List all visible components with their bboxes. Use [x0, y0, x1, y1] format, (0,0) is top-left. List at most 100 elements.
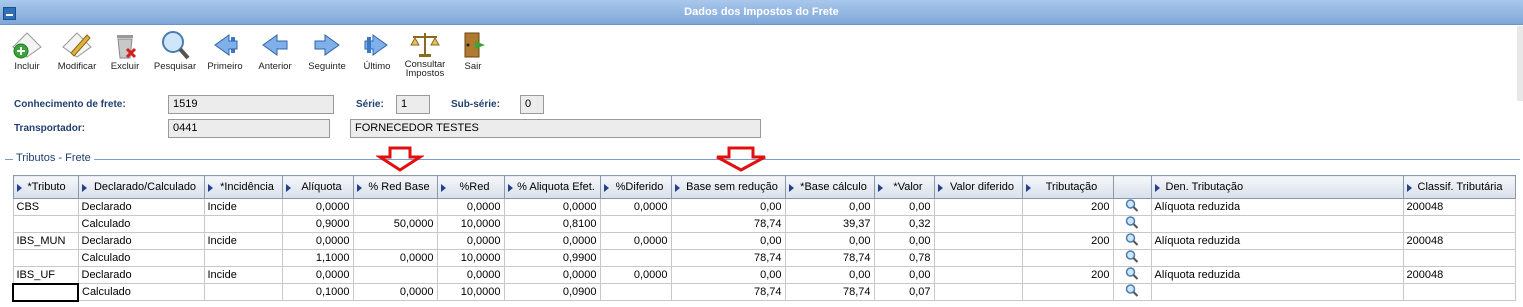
table-cell[interactable]: Alíquota reduzida — [1150, 198, 1404, 216]
table-cell[interactable]: 0,0000 — [503, 198, 601, 216]
table-cell[interactable]: 10,0000 — [436, 215, 505, 233]
table-cell[interactable] — [933, 249, 1023, 267]
lookup-button[interactable] — [1112, 249, 1152, 267]
column-header[interactable]: Tributação — [1021, 175, 1114, 199]
column-header[interactable]: *Tributo — [12, 175, 79, 199]
table-cell[interactable] — [12, 215, 79, 233]
lookup-button[interactable] — [1112, 232, 1152, 250]
table-cell[interactable]: 0,00 — [670, 266, 786, 284]
table-cell[interactable]: Declarado — [77, 266, 205, 284]
table-cell[interactable]: 0,0000 — [352, 283, 438, 301]
table-cell[interactable]: CBS — [12, 198, 79, 216]
table-cell[interactable]: 0,0000 — [281, 198, 354, 216]
lookup-button[interactable] — [1112, 198, 1152, 216]
table-cell[interactable]: 78,74 — [670, 283, 786, 301]
table-cell[interactable] — [203, 249, 283, 267]
table-cell[interactable]: 200 — [1021, 232, 1114, 250]
vertical-scrollbar[interactable] — [1517, 26, 1523, 101]
table-row[interactable]: Calculado 0,1000 0,0000 10,0000 0,0900 78,74 7… — [12, 282, 1516, 302]
table-cell[interactable]: Alíquota reduzida — [1150, 232, 1404, 250]
pesquisar-button[interactable]: Pesquisar — [150, 26, 200, 82]
primeiro-button[interactable]: Primeiro — [200, 26, 250, 82]
column-header[interactable]: Alíquota — [281, 175, 354, 199]
table-cell[interactable]: 200048 — [1402, 232, 1516, 250]
table-cell[interactable] — [933, 266, 1023, 284]
table-cell[interactable]: 78,74 — [784, 249, 875, 267]
table-cell[interactable]: 0,00 — [873, 266, 935, 284]
table-cell[interactable]: 0,00 — [873, 198, 935, 216]
table-cell[interactable]: Declarado — [77, 232, 205, 250]
table-cell[interactable]: 200 — [1021, 266, 1114, 284]
table-row[interactable]: Calculado 0,9000 50,0000 10,0000 0,8100 78,74… — [12, 215, 1516, 233]
table-cell[interactable] — [1021, 249, 1114, 267]
table-cell[interactable] — [1402, 249, 1516, 267]
table-cell[interactable]: Calculado — [77, 215, 205, 233]
column-header[interactable]: *Incidência — [203, 175, 283, 199]
table-cell[interactable]: IBS_MUN — [12, 232, 79, 250]
lookup-button[interactable] — [1112, 266, 1152, 284]
table-cell[interactable]: 0,78 — [873, 249, 935, 267]
column-header[interactable]: Den. Tributação — [1150, 175, 1404, 199]
table-cell[interactable]: 0,0000 — [436, 198, 505, 216]
ultimo-button[interactable]: Último — [352, 26, 402, 82]
table-cell[interactable]: 0,9900 — [503, 249, 601, 267]
table-cell[interactable]: 78,74 — [670, 215, 786, 233]
table-cell[interactable]: 78,74 — [784, 283, 875, 301]
table-row[interactable]: Calculado 1,1000 0,0000 10,0000 0,9900 78,74 7… — [12, 249, 1516, 267]
table-cell[interactable]: IBS_UF — [12, 266, 79, 284]
modificar-button[interactable]: Modificar — [52, 26, 102, 82]
table-cell[interactable]: Alíquota reduzida — [1150, 266, 1404, 284]
table-cell[interactable] — [1150, 283, 1404, 301]
table-cell[interactable]: 10,0000 — [436, 283, 505, 301]
table-cell[interactable]: 39,37 — [784, 215, 875, 233]
excluir-button[interactable]: Excluir — [100, 26, 150, 82]
table-cell[interactable]: 1,1000 — [281, 249, 354, 267]
table-cell[interactable]: 0,00 — [670, 232, 786, 250]
column-header[interactable]: Valor diferido — [933, 175, 1023, 199]
table-cell[interactable]: 10,0000 — [436, 249, 505, 267]
table-cell[interactable] — [352, 198, 438, 216]
consultar-impostos-button[interactable]: Consultar Impostos — [400, 26, 450, 82]
table-cell[interactable] — [933, 283, 1023, 301]
table-cell[interactable] — [12, 282, 79, 302]
transportador-code-field[interactable]: 0441 — [168, 119, 330, 138]
table-cell[interactable]: 0,07 — [873, 283, 935, 301]
column-header[interactable]: Classif. Tributária — [1402, 175, 1516, 199]
table-cell[interactable] — [352, 266, 438, 284]
table-cell[interactable]: 0,0000 — [436, 266, 505, 284]
table-cell[interactable] — [933, 232, 1023, 250]
table-cell[interactable] — [599, 249, 672, 267]
table-cell[interactable] — [1402, 283, 1516, 301]
table-cell[interactable]: 0,8100 — [503, 215, 601, 233]
column-header[interactable]: Declarado/Calculado — [77, 175, 205, 199]
table-cell[interactable]: Calculado — [77, 249, 205, 267]
table-row[interactable]: CBS Declarado Incide 0,0000 0,0000 0,0000 0,00… — [12, 198, 1516, 216]
table-cell[interactable] — [1150, 249, 1404, 267]
serie-field[interactable]: 1 — [396, 95, 430, 114]
table-cell[interactable]: 0,0000 — [281, 266, 354, 284]
table-cell[interactable]: 0,9000 — [281, 215, 354, 233]
table-cell[interactable] — [599, 283, 672, 301]
table-cell[interactable]: 0,0000 — [599, 232, 672, 250]
table-cell[interactable] — [1021, 283, 1114, 301]
table-cell[interactable]: 0,0000 — [599, 266, 672, 284]
table-cell[interactable]: 0,00 — [873, 232, 935, 250]
table-cell[interactable]: Incide — [203, 198, 283, 216]
table-cell[interactable]: 0,00 — [784, 198, 875, 216]
table-cell[interactable] — [599, 215, 672, 233]
table-cell[interactable]: 0,0000 — [281, 232, 354, 250]
incluir-button[interactable]: Incluir — [2, 26, 52, 82]
table-cell[interactable]: 78,74 — [670, 249, 786, 267]
table-cell[interactable]: 0,0900 — [503, 283, 601, 301]
table-cell[interactable]: Incide — [203, 232, 283, 250]
table-cell[interactable]: Incide — [203, 266, 283, 284]
seguinte-button[interactable]: Seguinte — [302, 26, 352, 82]
conhecimento-field[interactable]: 1519 — [168, 95, 334, 114]
table-cell[interactable]: 50,0000 — [352, 215, 438, 233]
column-header[interactable]: *Valor — [873, 175, 935, 199]
column-header[interactable]: Base sem redução — [670, 175, 786, 199]
table-cell[interactable]: 0,00 — [670, 198, 786, 216]
table-cell[interactable] — [203, 215, 283, 233]
table-cell[interactable] — [12, 249, 79, 267]
column-header[interactable]: % Red Base — [352, 175, 438, 199]
